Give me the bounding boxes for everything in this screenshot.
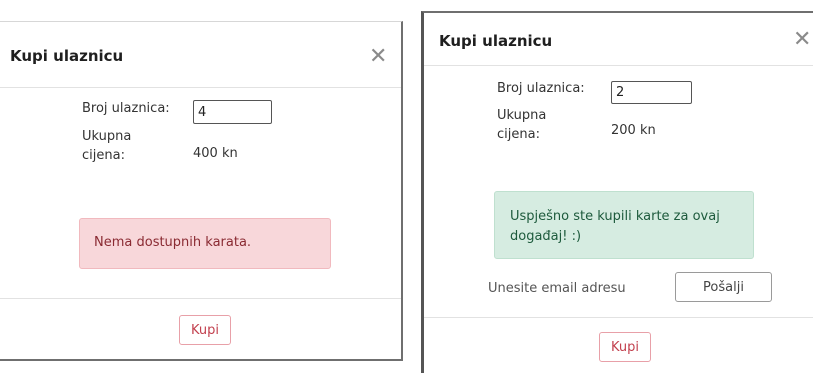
email-prompt: Unesite email adresu	[488, 281, 626, 296]
send-button[interactable]: Pošalji	[675, 272, 772, 302]
modal-footer-divider	[0, 298, 401, 299]
buy-ticket-modal-success: Kupi ulaznicu ✕ Broj ulaznica: Ukupna ci…	[421, 11, 813, 373]
modal-title: Kupi ulaznicu	[439, 32, 553, 50]
total-label-line1: Ukupna	[497, 108, 547, 123]
error-alert: Nema dostupnih karata.	[79, 218, 331, 269]
buy-ticket-modal-error: Kupi ulaznicu ✕ Broj ulaznica: Ukupna ci…	[0, 21, 403, 361]
quantity-input[interactable]	[611, 81, 692, 104]
success-alert: Uspješno ste kupili karte za ovaj događa…	[494, 191, 754, 259]
modal-title: Kupi ulaznicu	[10, 47, 124, 65]
success-alert-line2: događaj! :)	[510, 229, 582, 244]
quantity-label: Broj ulaznica:	[82, 101, 170, 116]
total-label-line2: cijena:	[497, 127, 540, 142]
close-icon[interactable]: ✕	[793, 29, 811, 51]
modal-footer-divider	[424, 317, 813, 318]
modal-header: Kupi ulaznicu ✕	[0, 22, 401, 88]
modal-header: Kupi ulaznicu ✕	[424, 13, 813, 66]
buy-button[interactable]: Kupi	[179, 315, 231, 345]
total-label: Ukupna cijena:	[497, 106, 546, 144]
error-alert-text: Nema dostupnih karata.	[94, 235, 252, 250]
backdrop-divider	[403, 0, 405, 373]
total-label-line2: cijena:	[82, 148, 125, 163]
total-value: 200 kn	[611, 123, 656, 138]
buy-button[interactable]: Kupi	[599, 332, 651, 362]
quantity-label: Broj ulaznica:	[497, 81, 585, 96]
total-label: Ukupna cijena:	[82, 127, 131, 165]
success-alert-line1: Uspješno ste kupili karte za ovaj	[510, 209, 720, 224]
close-icon[interactable]: ✕	[369, 46, 387, 68]
total-value: 400 kn	[193, 146, 238, 161]
total-label-line1: Ukupna	[82, 129, 132, 144]
quantity-input[interactable]	[193, 100, 272, 124]
